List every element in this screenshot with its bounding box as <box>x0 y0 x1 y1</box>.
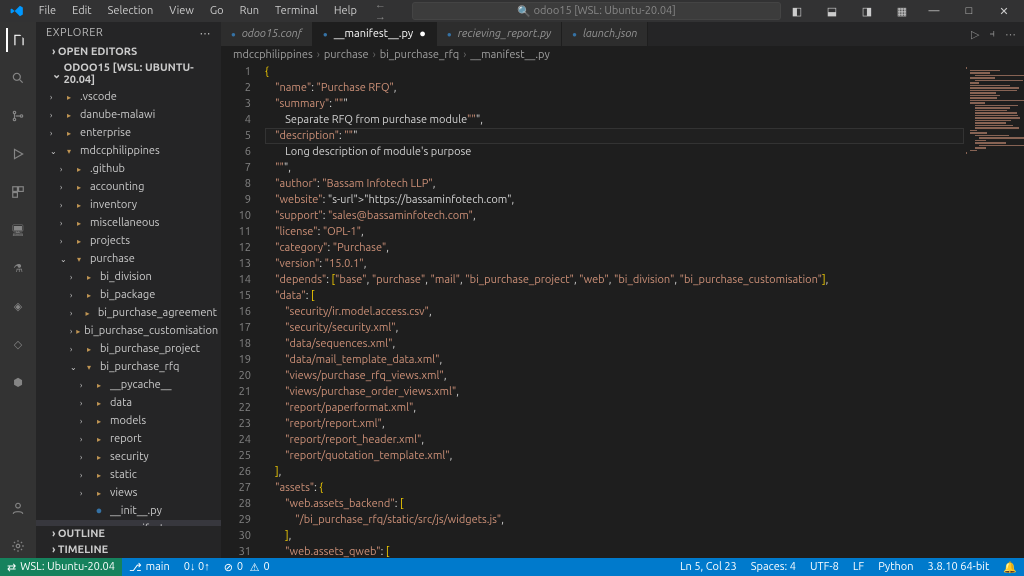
tree-item[interactable]: ›bi_purchase_project <box>36 340 221 358</box>
breadcrumb-item[interactable]: bi_purchase_rfq <box>380 49 459 61</box>
search-activity-icon[interactable] <box>6 66 30 90</box>
panel-bottom-icon[interactable]: ⬓ <box>816 0 848 22</box>
remote-indicator[interactable]: ⇄WSL: Ubuntu-20.04 <box>0 558 122 576</box>
cursor-position[interactable]: Ln 5, Col 23 <box>673 558 744 576</box>
tree-item[interactable]: ›security <box>36 448 221 466</box>
vscode-logo-icon <box>10 3 25 19</box>
tree-item[interactable]: ›inventory <box>36 196 221 214</box>
git-branch[interactable]: ⎇main <box>122 558 177 576</box>
editor-area: ●odoo15.conf●__manifest__.py●●recieving_… <box>221 22 1024 558</box>
tree-item[interactable]: ›.vscode <box>36 88 221 106</box>
breadcrumb-item[interactable]: mdccphilippines <box>233 49 313 61</box>
minimap[interactable] <box>964 64 1024 558</box>
notifications-icon[interactable]: 🔔 <box>996 558 1024 576</box>
editor-tab[interactable]: ●launch.json <box>562 22 648 46</box>
breadcrumbs[interactable]: mdccphilippines›purchase›bi_purchase_rfq… <box>221 46 1024 64</box>
minimize-icon[interactable]: — <box>918 0 950 22</box>
breadcrumb-item[interactable]: __manifest__.py <box>470 49 549 61</box>
eol-status[interactable]: LF <box>846 558 871 576</box>
line-gutter[interactable]: 1234567891011121314151617181920212223242… <box>221 64 265 558</box>
settings-gear-icon[interactable] <box>6 534 30 558</box>
menu-view[interactable]: View <box>161 2 202 20</box>
close-icon[interactable]: ✕ <box>988 0 1020 22</box>
open-editors-section[interactable]: › OPEN EDITORS <box>36 44 221 60</box>
close-tab-icon[interactable]: ● <box>419 28 426 40</box>
extensions-icon[interactable] <box>6 180 30 204</box>
root-folder-section[interactable]: ⌄ ODOO15 [WSL: UBUNTU-20.04] <box>36 60 221 88</box>
tree-item[interactable]: ›bi_division <box>36 268 221 286</box>
tree-item[interactable]: ›bi_package <box>36 286 221 304</box>
maximize-icon[interactable]: □ <box>953 0 985 22</box>
editor-tabs: ●odoo15.conf●__manifest__.py●●recieving_… <box>221 22 1024 46</box>
menu-bar: FileEditSelectionViewGoRunTerminalHelp ←… <box>0 0 1024 22</box>
menu-file[interactable]: File <box>31 2 64 20</box>
menu-selection[interactable]: Selection <box>100 2 162 20</box>
menu-go[interactable]: Go <box>202 2 232 20</box>
source-control-icon[interactable] <box>6 104 30 128</box>
tree-item[interactable]: ⌄bi_purchase_rfq <box>36 358 221 376</box>
tree-item[interactable]: ›danube-malawi <box>36 106 221 124</box>
remote-explorer-icon[interactable]: 🖥 <box>6 218 30 242</box>
explorer-title: EXPLORER <box>46 27 103 39</box>
breadcrumb-item[interactable]: purchase <box>324 49 369 61</box>
tree-item[interactable]: ›projects <box>36 232 221 250</box>
run-debug-icon[interactable] <box>6 142 30 166</box>
panel-left-icon[interactable]: ◧ <box>781 0 813 22</box>
tree-item[interactable]: ⌄mdccphilippines <box>36 142 221 160</box>
tree-item[interactable]: ›bi_purchase_agreement <box>36 304 221 322</box>
menu-edit[interactable]: Edit <box>64 2 100 20</box>
tree-item[interactable]: ›models <box>36 412 221 430</box>
extra-icon-3[interactable]: ⬢ <box>6 370 30 394</box>
more-icon[interactable]: ⋯ <box>200 27 212 40</box>
sync-status[interactable]: 0↓ 0↑ <box>177 558 217 576</box>
tree-item[interactable]: ›report <box>36 430 221 448</box>
tree-item[interactable]: ›accounting <box>36 178 221 196</box>
command-center-search[interactable]: 🔍 odoo15 [WSL: Ubuntu-20.04] <box>412 2 781 20</box>
tree-item[interactable]: ›__pycache__ <box>36 376 221 394</box>
tree-item[interactable]: __init__.py <box>36 502 221 520</box>
menu-run[interactable]: Run <box>232 2 267 20</box>
problems-status[interactable]: ⊘ 0 ⚠ 0 <box>217 558 277 576</box>
layout-controls[interactable]: ◧ ⬓ ◨ ▦ <box>781 0 918 22</box>
split-editor-icon[interactable]: ⫞ <box>990 28 996 41</box>
tree-item[interactable]: ›miscellaneous <box>36 214 221 232</box>
encoding-status[interactable]: UTF-8 <box>803 558 846 576</box>
run-icon[interactable]: ▷ <box>971 28 979 41</box>
python-interpreter[interactable]: 3.8.10 64-bit <box>921 558 997 576</box>
tree-item[interactable]: ›bi_purchase_customisation <box>36 322 221 340</box>
explorer-sidebar: EXPLORER ⋯ › OPEN EDITORS ⌄ ODOO15 [WSL: … <box>36 22 221 558</box>
timeline-section[interactable]: › TIMELINE <box>36 542 221 558</box>
nav-back-forward[interactable]: ← → <box>375 0 402 23</box>
editor-tab[interactable]: ●odoo15.conf <box>221 22 313 46</box>
tab-more-icon[interactable]: ⋯ <box>1005 28 1016 41</box>
status-bar: ⇄WSL: Ubuntu-20.04 ⎇main 0↓ 0↑ ⊘ 0 ⚠ 0 L… <box>0 558 1024 576</box>
accounts-icon[interactable] <box>6 496 30 520</box>
tree-item[interactable]: ›enterprise <box>36 124 221 142</box>
tree-item[interactable]: ›views <box>36 484 221 502</box>
extra-icon-2[interactable]: ◇ <box>6 332 30 356</box>
tree-item[interactable]: ›.github <box>36 160 221 178</box>
menu-help[interactable]: Help <box>326 2 365 20</box>
tree-item[interactable]: ›static <box>36 466 221 484</box>
remote-icon: ⇄ <box>7 561 16 574</box>
customize-layout-icon[interactable]: ▦ <box>886 0 918 22</box>
indent-status[interactable]: Spaces: 4 <box>744 558 803 576</box>
tree-item[interactable]: ›data <box>36 394 221 412</box>
branch-icon: ⎇ <box>129 561 142 574</box>
search-icon: 🔍 <box>517 5 531 18</box>
editor-tab[interactable]: ●recieving_report.py <box>437 22 562 46</box>
tree-item[interactable]: ⌄purchase <box>36 250 221 268</box>
code-content[interactable]: { "name": "Purchase RFQ", "summary": """… <box>265 64 964 558</box>
explorer-activity-icon[interactable] <box>6 28 30 52</box>
language-mode[interactable]: Python <box>871 558 920 576</box>
panel-right-icon[interactable]: ◨ <box>851 0 883 22</box>
file-tree[interactable]: ›.vscode›danube-malawi›enterprise⌄mdccph… <box>36 88 221 526</box>
menu-terminal[interactable]: Terminal <box>267 2 326 20</box>
editor-tab[interactable]: ●__manifest__.py● <box>313 22 437 46</box>
extra-icon-1[interactable]: ◈ <box>6 294 30 318</box>
outline-section[interactable]: › OUTLINE <box>36 526 221 542</box>
testing-icon[interactable]: ⚗ <box>6 256 30 280</box>
activity-bar: 🖥 ⚗ ◈ ◇ ⬢ <box>0 22 36 558</box>
